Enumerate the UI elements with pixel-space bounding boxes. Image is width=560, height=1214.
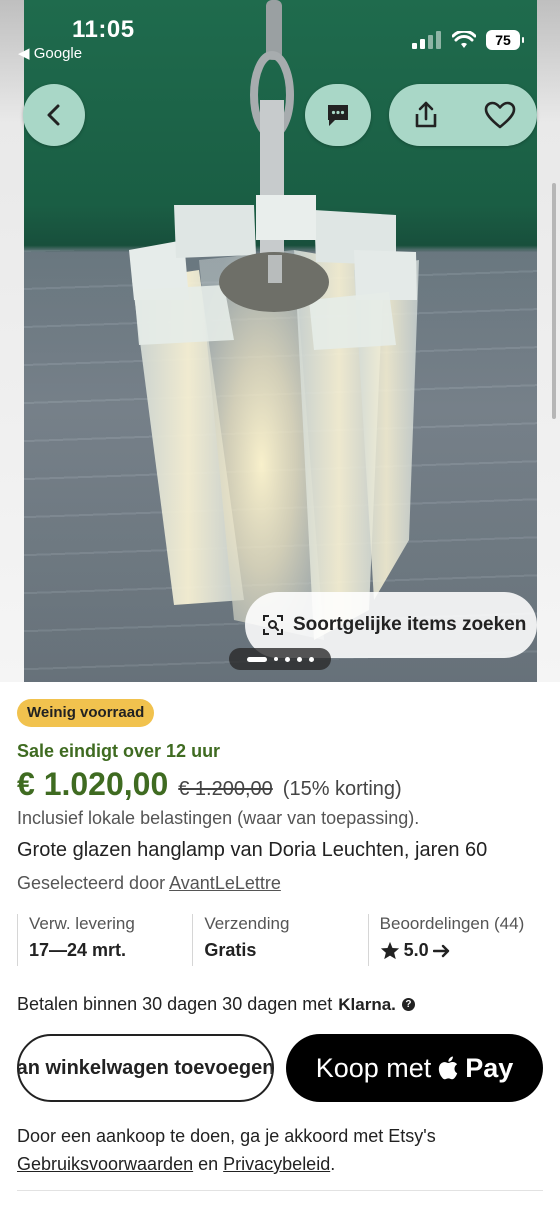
stock-badge: Weinig voorraad [17, 699, 155, 727]
shipping-info: Verzending Gratis [192, 914, 367, 966]
terms-end: . [330, 1154, 336, 1174]
help-icon[interactable]: ? [401, 998, 415, 1011]
message-seller-button[interactable] [305, 84, 371, 146]
klarna-text: Betalen binnen 30 dagen 30 dagen met [17, 994, 333, 1014]
delivery-value: 17—24 mrt. [29, 940, 127, 960]
product-image-carousel[interactable]: 11:05 ◀ Google 75 Soortgelijke items zoe… [0, 0, 560, 682]
back-button[interactable] [23, 84, 85, 146]
back-app-label: Google [33, 45, 83, 62]
shop-link[interactable]: AvantLeLettre [169, 873, 281, 893]
sale-countdown: Sale eindigt over 12 uur [17, 741, 221, 761]
add-to-cart-button[interactable]: an winkelwagen toevoegen [17, 1034, 274, 1102]
message-icon [328, 105, 348, 126]
tax-note: Inclusief lokale belastingen (waar van t… [17, 808, 420, 828]
current-price: € 1.020,00 [17, 766, 169, 802]
price-row: € 1.020,00 € 1.200,00 (15% korting) [17, 766, 402, 803]
reviews-summary[interactable]: Beoordelingen (44) 5.0 [367, 914, 543, 966]
status-time: 11:05 [72, 16, 135, 43]
carousel-indicator[interactable] [229, 648, 331, 670]
section-divider [17, 1190, 543, 1191]
carousel-edge-right [537, 0, 560, 682]
selected-by-prefix: Geselecteerd door [17, 873, 166, 893]
wifi-icon [452, 31, 476, 48]
delivery-estimate: Verw. levering 17—24 mrt. [17, 914, 192, 966]
scrollbar-thumb[interactable] [552, 183, 556, 419]
reviews-label: Beoordelingen (44) [379, 914, 525, 933]
star-icon [380, 941, 399, 960]
product-title[interactable]: Grote glazen hanglamp van Doria Leuchten… [17, 839, 542, 862]
battery-indicator: 75 [486, 30, 524, 50]
klarna-info: Betalen binnen 30 dagen 30 dagen met Kla… [17, 994, 415, 1015]
share-favorite-group [389, 84, 537, 146]
visual-search-icon [263, 615, 283, 635]
signal-icon [412, 31, 441, 49]
carousel-edge-left [0, 0, 24, 682]
shipping-label: Verzending [204, 914, 290, 933]
terms-text: Door een aankoop te doen, ga je akkoord … [17, 1126, 436, 1146]
apple-pay-label: Pay [465, 1052, 514, 1083]
chevron-left-icon [47, 104, 60, 126]
back-to-app[interactable]: ◀ Google [18, 44, 82, 62]
carousel-dot-active [246, 656, 267, 662]
back-triangle-icon: ◀ [18, 45, 30, 62]
klarna-logo: Klarna. [338, 994, 396, 1014]
delivery-label: Verw. levering [29, 914, 135, 933]
status-indicators: 75 [412, 30, 524, 50]
reviews-value-row[interactable]: 5.0 [380, 940, 543, 961]
buy-with-apple-pay-button[interactable]: Koop met Pay [286, 1034, 543, 1102]
heart-icon[interactable] [484, 101, 516, 129]
carousel-dot [273, 657, 278, 661]
selected-by: Geselecteerd door AvantLeLettre [17, 873, 281, 894]
terms-notice: Door een aankoop te doen, ga je akkoord … [17, 1122, 542, 1178]
carousel-dot [308, 656, 314, 662]
add-to-cart-label: an winkelwagen toevoegen [17, 1056, 274, 1079]
terms-link[interactable]: Gebruiksvoorwaarden [17, 1154, 193, 1174]
arrow-right-icon [432, 944, 449, 957]
find-similar-label: Soortgelijke items zoeken [293, 614, 527, 635]
terms-and: en [198, 1154, 219, 1174]
carousel-dot [296, 656, 302, 662]
delivery-info: Verw. levering 17—24 mrt. Verzending Gra… [17, 914, 543, 966]
original-price: € 1.200,00 [178, 778, 273, 800]
rating-value: 5.0 [403, 940, 429, 960]
share-icon[interactable] [411, 100, 441, 130]
apple-logo-icon [439, 1056, 458, 1080]
privacy-link[interactable]: Privacybeleid [223, 1154, 330, 1174]
apple-pay-prefix: Koop met [315, 1052, 432, 1083]
discount-label: (15% korting) [282, 778, 402, 800]
carousel-dot [284, 656, 290, 662]
shipping-value: Gratis [204, 940, 257, 960]
